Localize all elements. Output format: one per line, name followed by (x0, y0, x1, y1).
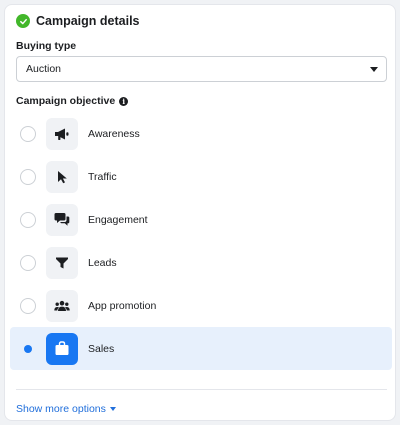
objective-label: Sales (88, 342, 115, 355)
buying-type-select[interactable]: Auction (16, 56, 387, 82)
chevron-down-icon (109, 407, 116, 411)
radio-button[interactable] (20, 211, 36, 228)
campaign-objective-label: Campaign objective i (16, 95, 129, 107)
radio-button[interactable] (20, 254, 36, 271)
radio-button-selected[interactable] (20, 341, 36, 357)
objective-label: App promotion (88, 299, 157, 312)
objective-option-sales[interactable]: Sales (10, 327, 392, 370)
show-more-options-link[interactable]: Show more options (16, 403, 116, 415)
buying-type-label: Buying type (16, 40, 77, 52)
check-circle-icon (16, 14, 30, 28)
objective-option-engagement[interactable]: Engagement (10, 198, 392, 241)
shopping-bag-icon (46, 332, 78, 365)
objective-label: Awareness (88, 127, 140, 140)
campaign-objective-text: Campaign objective (16, 95, 116, 107)
card-header: Campaign details (16, 13, 140, 29)
megaphone-icon (46, 117, 78, 150)
objective-option-leads[interactable]: Leads (10, 241, 392, 284)
objective-option-traffic[interactable]: Traffic (10, 155, 392, 198)
radio-button[interactable] (20, 125, 36, 142)
campaign-details-card: Campaign details Buying type Auction Cam… (4, 4, 396, 421)
objective-option-app-promotion[interactable]: App promotion (10, 284, 392, 327)
radio-button[interactable] (20, 297, 36, 314)
card-title: Campaign details (36, 14, 140, 28)
people-icon (46, 289, 78, 322)
chat-bubbles-icon (46, 203, 78, 236)
cursor-icon (46, 160, 78, 193)
divider (16, 389, 387, 390)
objective-option-awareness[interactable]: Awareness (10, 112, 392, 155)
objective-label: Engagement (88, 213, 148, 226)
buying-type-value: Auction (26, 63, 62, 75)
funnel-icon (46, 246, 78, 279)
show-more-label: Show more options (16, 403, 106, 415)
radio-button[interactable] (20, 168, 36, 185)
chevron-down-icon (370, 66, 378, 72)
radio-dot (24, 344, 32, 353)
objective-label: Leads (88, 256, 117, 269)
objective-label: Traffic (88, 170, 117, 183)
objective-list: Awareness Traffic Engagement Leads App p… (10, 112, 392, 370)
info-icon[interactable]: i (119, 96, 129, 106)
